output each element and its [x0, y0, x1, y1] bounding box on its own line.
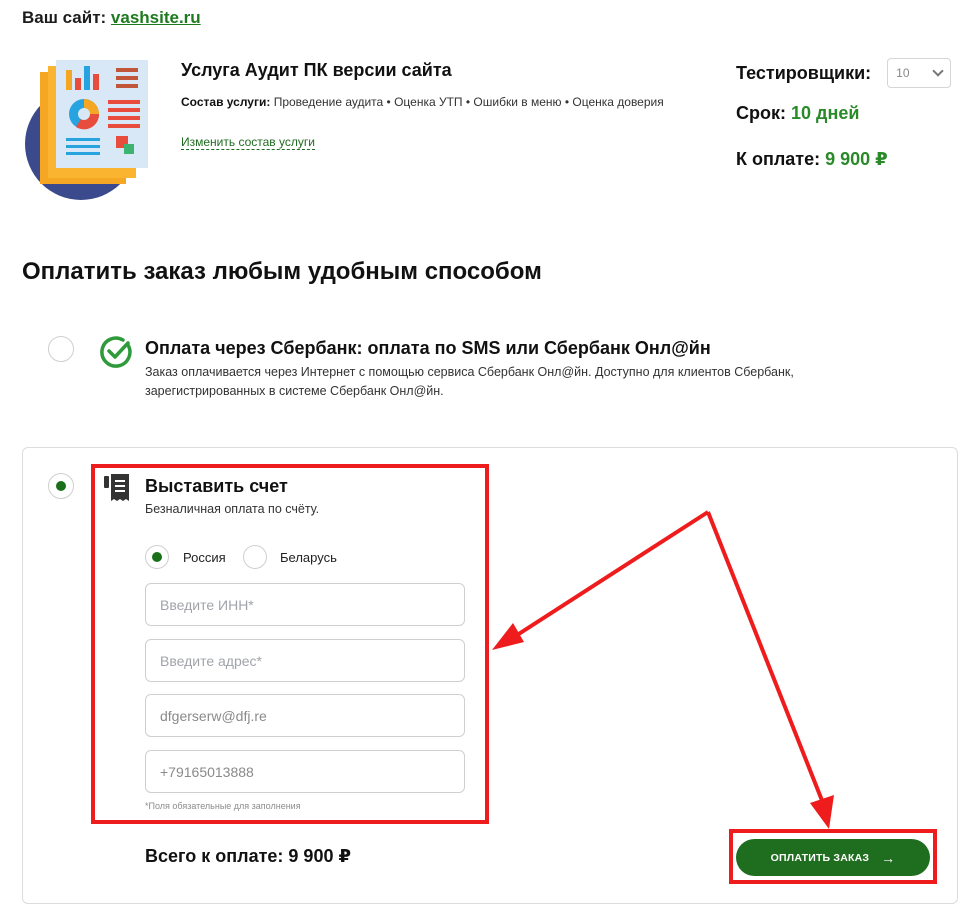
service-title: Услуга Аудит ПК версии сайта — [181, 60, 452, 80]
order-summary: Тестировщики: 10 Срок: 10 дней К оплате:… — [736, 58, 966, 172]
term-value: 10 дней — [791, 103, 860, 123]
site-line: Ваш сайт: vashsite.ru — [22, 8, 201, 28]
price-value: 9 900 ₽ — [825, 149, 888, 169]
sber-option-desc: Заказ оплачивается через Интернет с помо… — [145, 363, 794, 401]
check-circle-icon — [100, 336, 132, 368]
payment-section-title: Оплатить заказ любым удобным способом — [22, 258, 542, 285]
sber-desc-line-1: Заказ оплачивается через Интернет с помо… — [145, 365, 794, 379]
sber-payment-radio[interactable] — [48, 336, 74, 362]
service-info: Услуга Аудит ПК версии сайта Состав услу… — [181, 60, 721, 151]
price-row: К оплате: 9 900 ₽ — [736, 146, 966, 172]
sber-option-title: Оплата через Сбербанк: оплата по SMS или… — [145, 338, 711, 358]
term-row: Срок: 10 дней — [736, 100, 966, 126]
invoice-payment-radio[interactable] — [48, 473, 74, 499]
chevron-down-icon — [932, 65, 944, 77]
change-composition-link[interactable]: Изменить состав услуги — [181, 135, 315, 150]
composition-text: Проведение аудита • Оценка УТП • Ошибки … — [273, 95, 664, 109]
testers-select[interactable]: 10 — [887, 58, 952, 88]
sber-desc-line-2: зарегистрированных в системе Сбербанк Он… — [145, 384, 444, 398]
button-highlight-box — [729, 829, 937, 884]
testers-label: Тестировщики: — [736, 63, 872, 83]
site-label: Ваш сайт: — [22, 8, 107, 27]
price-label: К оплате: — [736, 149, 821, 169]
testers-value: 10 — [896, 66, 910, 80]
testers-row: Тестировщики: 10 — [736, 58, 966, 88]
form-highlight-box — [91, 464, 489, 824]
service-composition: Состав услуги: Проведение аудита • Оценк… — [181, 95, 721, 109]
order-total: Всего к оплате: 9 900 ₽ — [145, 846, 351, 866]
term-label: Срок: — [736, 103, 786, 123]
audit-report-illustration — [25, 60, 148, 200]
site-link[interactable]: vashsite.ru — [111, 8, 201, 27]
composition-label: Состав услуги: — [181, 95, 271, 109]
